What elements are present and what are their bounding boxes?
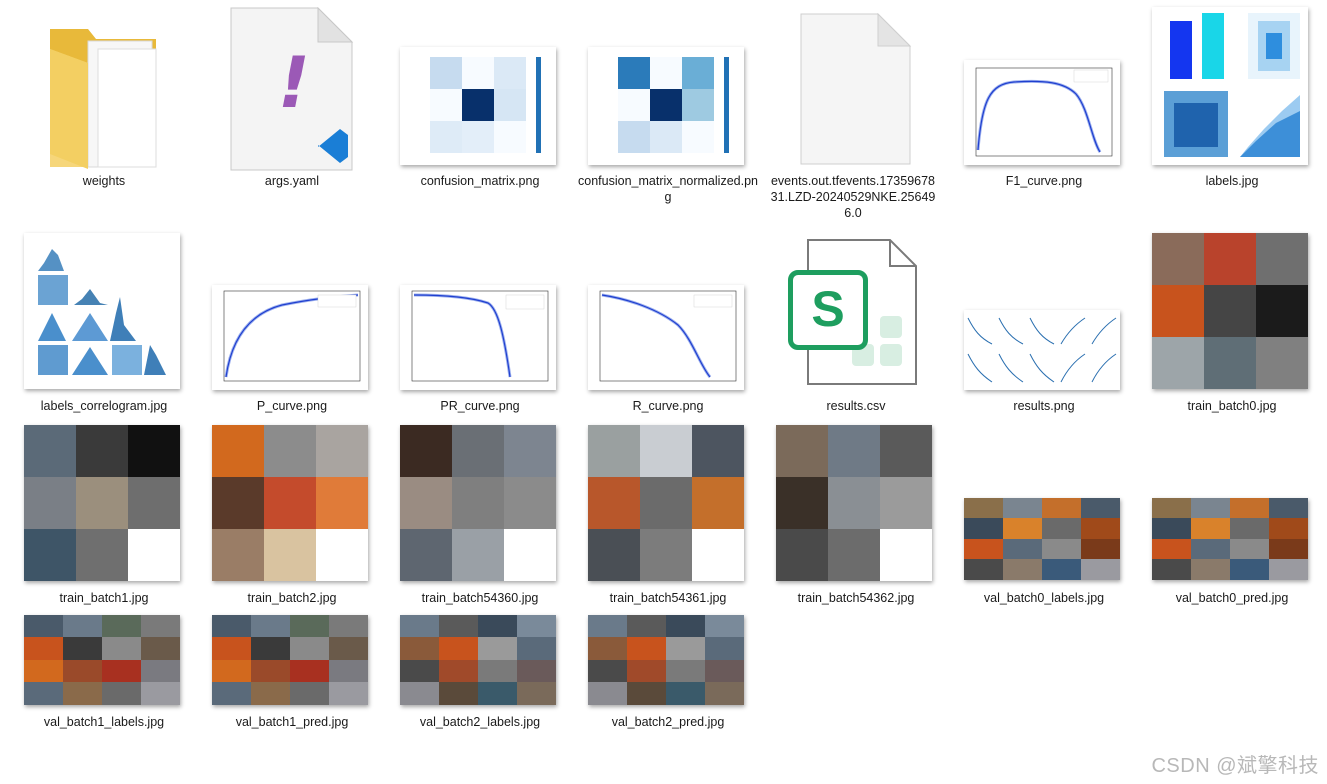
val-batch0-pred-thumbnail [1152,498,1308,580]
file-label: confusion_matrix_normalized.png [578,174,758,204]
yaml-glyph: ! [278,42,310,124]
blank-file-icon [800,13,912,165]
file-label: train_batch0.jpg [1187,399,1277,413]
train-batch2-thumbnail [212,425,368,581]
watermark-text: CSDN @斌擎科技 [1151,755,1319,777]
file-item-pr-curve[interactable]: PR_curve.png [390,230,570,420]
val-batch2-pred-thumbnail [588,615,744,705]
file-item-train-batch54362[interactable]: train_batch54362.jpg [766,420,946,610]
file-label: P_curve.png [256,399,328,413]
folder-icon [50,29,157,169]
f1-curve-thumbnail [964,60,1120,165]
file-item-labels-correlogram[interactable]: labels_correlogram.jpg [14,230,194,420]
spreadsheet-letter: S [811,281,845,337]
file-item-train-batch54360[interactable]: train_batch54360.jpg [390,420,570,610]
file-item-results-csv[interactable]: S results.csv [766,230,946,420]
file-item-train-batch2[interactable]: train_batch2.jpg [202,420,382,610]
file-label: F1_curve.png [1005,174,1083,188]
file-label: results.png [1013,399,1075,413]
val-batch2-labels-thumbnail [400,615,556,705]
train-batch1-thumbnail [24,425,180,581]
file-label: train_batch54361.jpg [609,591,727,605]
file-item-args-yaml[interactable]: ! args.yaml [202,5,382,220]
file-label: labels.jpg [1205,174,1259,188]
spreadsheet-badge: S [788,270,868,350]
file-label: val_batch2_pred.jpg [611,715,725,729]
file-label: results.csv [826,399,886,413]
val-batch0-labels-thumbnail [964,498,1120,580]
file-label: weights [82,174,126,188]
file-item-confusion-matrix-normalized[interactable]: confusion_matrix_normalized.png [578,5,758,220]
train-batch54361-thumbnail [588,425,744,581]
results-thumbnail [964,310,1120,390]
confusion-matrix-thumbnail [400,47,556,165]
file-label: train_batch2.jpg [247,591,337,605]
file-item-train-batch54361[interactable]: train_batch54361.jpg [578,420,758,610]
file-label: confusion_matrix.png [420,174,540,188]
train-batch54362-thumbnail [776,425,932,581]
file-item-tfevents[interactable]: events.out.tfevents.1735967831.LZD-20240… [766,5,946,230]
train-batch54360-thumbnail [400,425,556,581]
file-label: train_batch54362.jpg [797,591,915,605]
file-item-train-batch0[interactable]: train_batch0.jpg [1142,230,1322,420]
file-label: args.yaml [264,174,320,188]
file-item-train-batch1[interactable]: train_batch1.jpg [14,420,194,610]
file-label: val_batch1_pred.jpg [235,715,349,729]
file-item-val-batch2-pred[interactable]: val_batch2_pred.jpg [578,612,758,742]
val-batch1-pred-thumbnail [212,615,368,705]
file-item-results-png[interactable]: results.png [954,230,1134,420]
file-label: labels_correlogram.jpg [40,399,168,413]
file-item-val-batch1-labels[interactable]: val_batch1_labels.jpg [14,612,194,742]
file-label: R_curve.png [632,399,704,413]
file-item-weights[interactable]: weights [14,5,194,220]
file-item-confusion-matrix[interactable]: confusion_matrix.png [390,5,570,220]
r-curve-thumbnail [588,285,744,390]
file-label: val_batch0_pred.jpg [1175,591,1289,605]
labels-correlogram-thumbnail [24,233,180,389]
file-label: val_batch1_labels.jpg [43,715,165,729]
file-label: val_batch2_labels.jpg [419,715,541,729]
file-item-f1-curve[interactable]: F1_curve.png [954,5,1134,220]
train-batch0-thumbnail [1152,233,1308,389]
file-label: train_batch1.jpg [59,591,149,605]
file-label: val_batch0_labels.jpg [983,591,1105,605]
val-batch1-labels-thumbnail [24,615,180,705]
file-item-p-curve[interactable]: P_curve.png [202,230,382,420]
file-label: PR_curve.png [440,399,520,413]
file-label: events.out.tfevents.1735967831.LZD-20240… [770,174,936,220]
confusion-matrix-normalized-thumbnail [588,47,744,165]
file-item-val-batch2-labels[interactable]: val_batch2_labels.jpg [390,612,570,742]
file-label: train_batch54360.jpg [421,591,539,605]
file-item-val-batch1-pred[interactable]: val_batch1_pred.jpg [202,612,382,742]
file-item-val-batch0-pred[interactable]: val_batch0_pred.jpg [1142,420,1322,610]
file-item-r-curve[interactable]: R_curve.png [578,230,758,420]
file-item-val-batch0-labels[interactable]: val_batch0_labels.jpg [954,420,1134,610]
file-item-labels[interactable]: labels.jpg [1142,5,1322,220]
p-curve-thumbnail [212,285,368,390]
labels-thumbnail [1152,7,1308,165]
pr-curve-thumbnail [400,285,556,390]
